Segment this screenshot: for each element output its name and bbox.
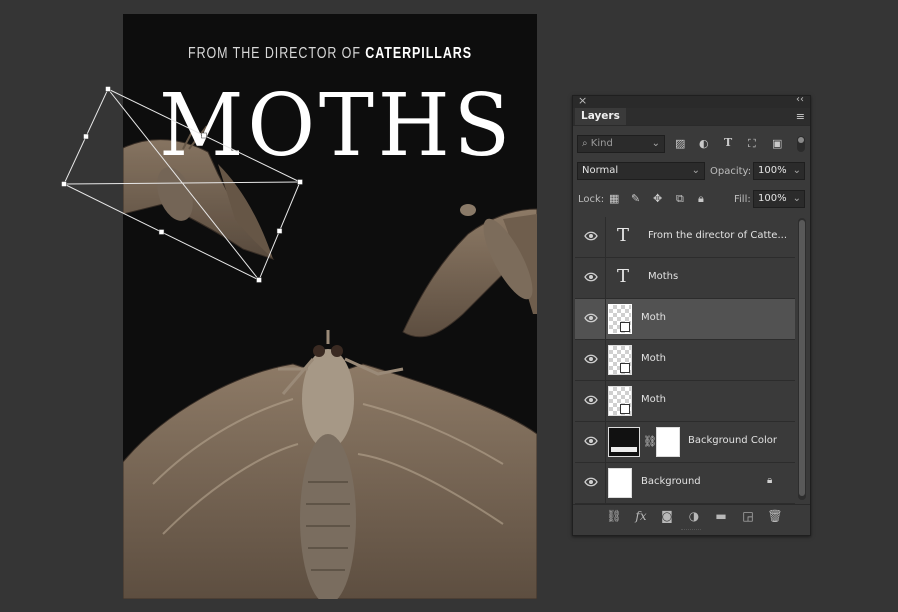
filter-kind-select[interactable]: ⌕ Kind ⌄ (577, 135, 665, 153)
layer-row[interactable]: ⛓ Background Color (575, 422, 795, 463)
lock-position-icon[interactable]: ✥ (653, 192, 662, 205)
opacity-field[interactable]: 100% ⌄ (753, 162, 805, 180)
blend-mode-value: Normal (582, 165, 619, 176)
lock-transparent-icon[interactable]: ▦ (609, 192, 619, 205)
opacity-value: 100% (758, 165, 787, 176)
layers-list: T From the director of Catte... T Moths … (575, 216, 797, 504)
layer-row[interactable]: T Moths (575, 258, 795, 299)
eye-icon[interactable] (584, 272, 598, 282)
mask-link-icon[interactable]: ⛓ (643, 435, 657, 448)
layer-name: Moths (648, 271, 679, 282)
layer-name: From the director of Catte... (648, 230, 787, 241)
smart-object-filter-icon[interactable]: ▣ (772, 137, 782, 150)
layer-thumbnail (608, 468, 632, 498)
moth-right[interactable] (402, 204, 537, 338)
shape-filter-icon[interactable]: ⛶ (748, 137, 756, 151)
eye-icon[interactable] (584, 231, 598, 241)
layers-panel: × ‹‹ Layers ≡ ⌕ Kind ⌄ ▨ ◐ T ⛶ ▣ Normal … (572, 94, 811, 536)
smart-object-icon (620, 404, 630, 414)
scrollbar-thumb[interactable] (799, 220, 805, 496)
transform-handle-top-left[interactable] (105, 86, 111, 92)
link-layers-icon[interactable]: ⛓ (606, 509, 622, 523)
panel-titlebar[interactable]: × ‹‹ (573, 94, 810, 108)
document-canvas[interactable]: FROM THE DIRECTOR OF CATERPILLARS MOTHS (123, 14, 537, 599)
tab-layers[interactable]: Layers (575, 108, 626, 125)
lock-label: Lock: (578, 194, 605, 205)
panel-menu-icon[interactable]: ≡ (796, 110, 805, 123)
layer-name: Background (641, 476, 701, 487)
moth-bottom[interactable] (123, 330, 537, 599)
filter-kind-label: Kind (590, 138, 613, 149)
lock-image-icon[interactable]: ✎ (631, 192, 640, 205)
eye-icon[interactable] (584, 313, 598, 323)
filter-row: ⌕ Kind ⌄ ▨ ◐ T ⛶ ▣ (573, 132, 810, 156)
new-layer-icon[interactable]: ◲ (740, 509, 756, 523)
chevron-down-icon: ⌄ (792, 193, 801, 204)
transform-handle-left[interactable] (83, 133, 89, 140)
filter-toggle[interactable] (797, 136, 805, 152)
smart-object-icon (620, 322, 630, 332)
chevron-down-icon: ⌄ (792, 165, 801, 176)
eye-icon[interactable] (584, 395, 598, 405)
transform-handle-bottom-left[interactable] (61, 181, 67, 187)
eye-icon[interactable] (584, 436, 598, 446)
layer-row[interactable]: Moth (575, 381, 795, 422)
fill-field[interactable]: 100% ⌄ (753, 190, 805, 208)
layer-row[interactable]: Moth (575, 340, 795, 381)
poster-tagline: FROM THE DIRECTOR OF CATERPILLARS (188, 45, 472, 62)
adjustment-layer-icon[interactable]: ◑ (686, 509, 702, 523)
new-group-icon[interactable]: ▬ (713, 509, 729, 523)
lock-icon: 🔒︎ (767, 475, 773, 486)
poster-title: MOTHS (159, 76, 515, 176)
image-filter-icon[interactable]: ▨ (675, 137, 685, 150)
layer-name: Moth (641, 394, 667, 405)
fx-icon[interactable]: fx (633, 509, 649, 523)
blend-row: Normal ⌄ Opacity: 100% ⌄ (573, 159, 810, 183)
layer-row-selected[interactable]: Moth (575, 299, 795, 340)
lock-row: Lock: ▦ ✎ ✥ ⧉ 🔒︎ Fill: 100% ⌄ (573, 187, 810, 211)
lock-all-icon[interactable]: 🔒︎ (698, 192, 704, 206)
chevron-down-icon: ⌄ (691, 165, 700, 176)
chevron-down-icon: ⌄ (651, 138, 660, 149)
add-mask-icon[interactable]: ◙ (659, 509, 675, 523)
layer-row[interactable]: T From the director of Catte... (575, 217, 795, 258)
layer-name: Moth (641, 353, 667, 364)
fill-label: Fill: (734, 194, 751, 205)
fill-thumbnail (608, 427, 640, 457)
layer-thumbnail (608, 345, 632, 375)
fill-value: 100% (758, 193, 787, 204)
panel-footer: ⛓ fx ◙ ◑ ▬ ◲ 🗑︎ (573, 504, 810, 527)
layer-thumbnail (608, 304, 632, 334)
layer-row[interactable]: Background 🔒︎ (575, 463, 795, 504)
adjustment-filter-icon[interactable]: ◐ (699, 137, 709, 150)
eye-icon[interactable] (584, 477, 598, 487)
eye-icon[interactable] (584, 354, 598, 364)
smart-object-icon (620, 363, 630, 373)
delete-layer-icon[interactable]: 🗑︎ (767, 509, 783, 523)
lock-artboard-icon[interactable]: ⧉ (676, 192, 684, 206)
mask-thumbnail (656, 427, 680, 457)
collapse-panel-icon[interactable]: ‹‹ (796, 94, 804, 105)
panel-resize-grip[interactable] (681, 529, 701, 532)
layer-name: Moth (641, 312, 667, 323)
text-layer-icon: T (617, 225, 630, 246)
close-panel-icon[interactable]: × (578, 94, 587, 107)
text-layer-icon: T (617, 266, 630, 287)
blend-mode-select[interactable]: Normal ⌄ (577, 162, 705, 180)
opacity-label: Opacity: (710, 166, 752, 177)
layer-thumbnail (608, 386, 632, 416)
panel-tabbar: Layers ≡ (573, 108, 810, 126)
type-filter-icon[interactable]: T (724, 136, 732, 149)
layer-name: Background Color (688, 435, 777, 446)
search-icon: ⌕ (582, 138, 588, 149)
